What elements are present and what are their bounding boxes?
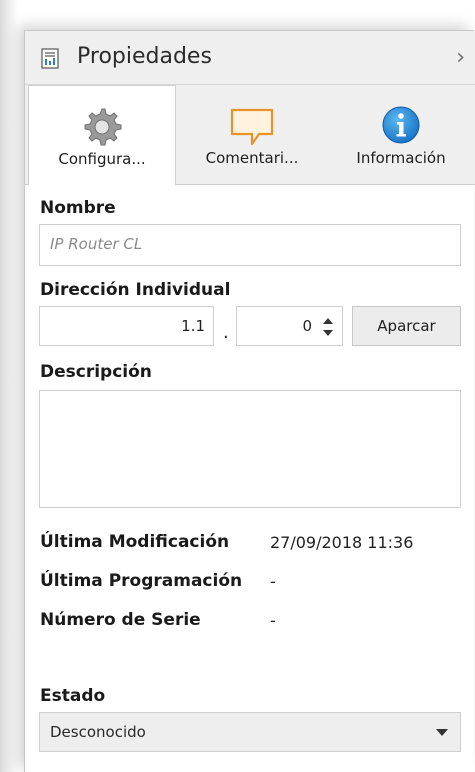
tab-strip: Configura... Comentari... Información <box>25 85 475 186</box>
tab-comments[interactable]: Comentari... <box>177 85 327 185</box>
dropdown-arrow-icon <box>436 729 448 736</box>
last-modification-value: 27/09/2018 11:36 <box>270 533 414 552</box>
individual-address-label: Dirección Individual <box>40 280 231 300</box>
status-select[interactable]: Desconocido <box>39 712 461 752</box>
serial-number-label: Número de Serie <box>40 610 201 630</box>
description-label: Descripción <box>40 362 152 382</box>
name-placeholder: IP Router CL <box>50 235 143 253</box>
status-label: Estado <box>40 686 106 706</box>
tab-information-label: Información <box>356 149 446 167</box>
description-field[interactable] <box>39 390 461 508</box>
serial-number-value: - <box>270 611 276 630</box>
comment-icon <box>230 108 274 146</box>
park-button[interactable]: Aparcar <box>352 306 461 346</box>
info-icon <box>382 106 420 144</box>
address-device-spinner[interactable]: 0 <box>236 306 343 346</box>
name-label: Nombre <box>40 198 116 218</box>
properties-icon <box>41 48 59 69</box>
gear-icon <box>84 108 122 146</box>
spinner-arrows-icon[interactable] <box>322 315 334 339</box>
address-separator: . <box>223 322 229 343</box>
address-main-field[interactable]: 1.1 <box>39 306 214 346</box>
panel-titlebar: Propiedades › <box>25 31 475 85</box>
last-programming-label: Última Programación <box>40 571 243 591</box>
status-select-value: Desconocido <box>50 723 146 741</box>
last-programming-value: - <box>270 572 276 591</box>
tab-configuration-label: Configura... <box>58 150 146 168</box>
name-field[interactable]: IP Router CL <box>39 224 461 266</box>
tab-configuration[interactable]: Configura... <box>28 85 176 186</box>
panel-title: Propiedades <box>77 44 212 69</box>
tab-information[interactable]: Información <box>328 85 474 185</box>
address-device-value: 0 <box>302 317 312 335</box>
address-main-value: 1.1 <box>181 317 205 335</box>
last-modification-label: Última Modificación <box>40 532 230 552</box>
collapse-chevron-icon[interactable]: › <box>456 45 465 70</box>
properties-panel: Propiedades › Configura... Comentari... <box>24 30 475 772</box>
tab-comments-label: Comentari... <box>205 149 299 167</box>
